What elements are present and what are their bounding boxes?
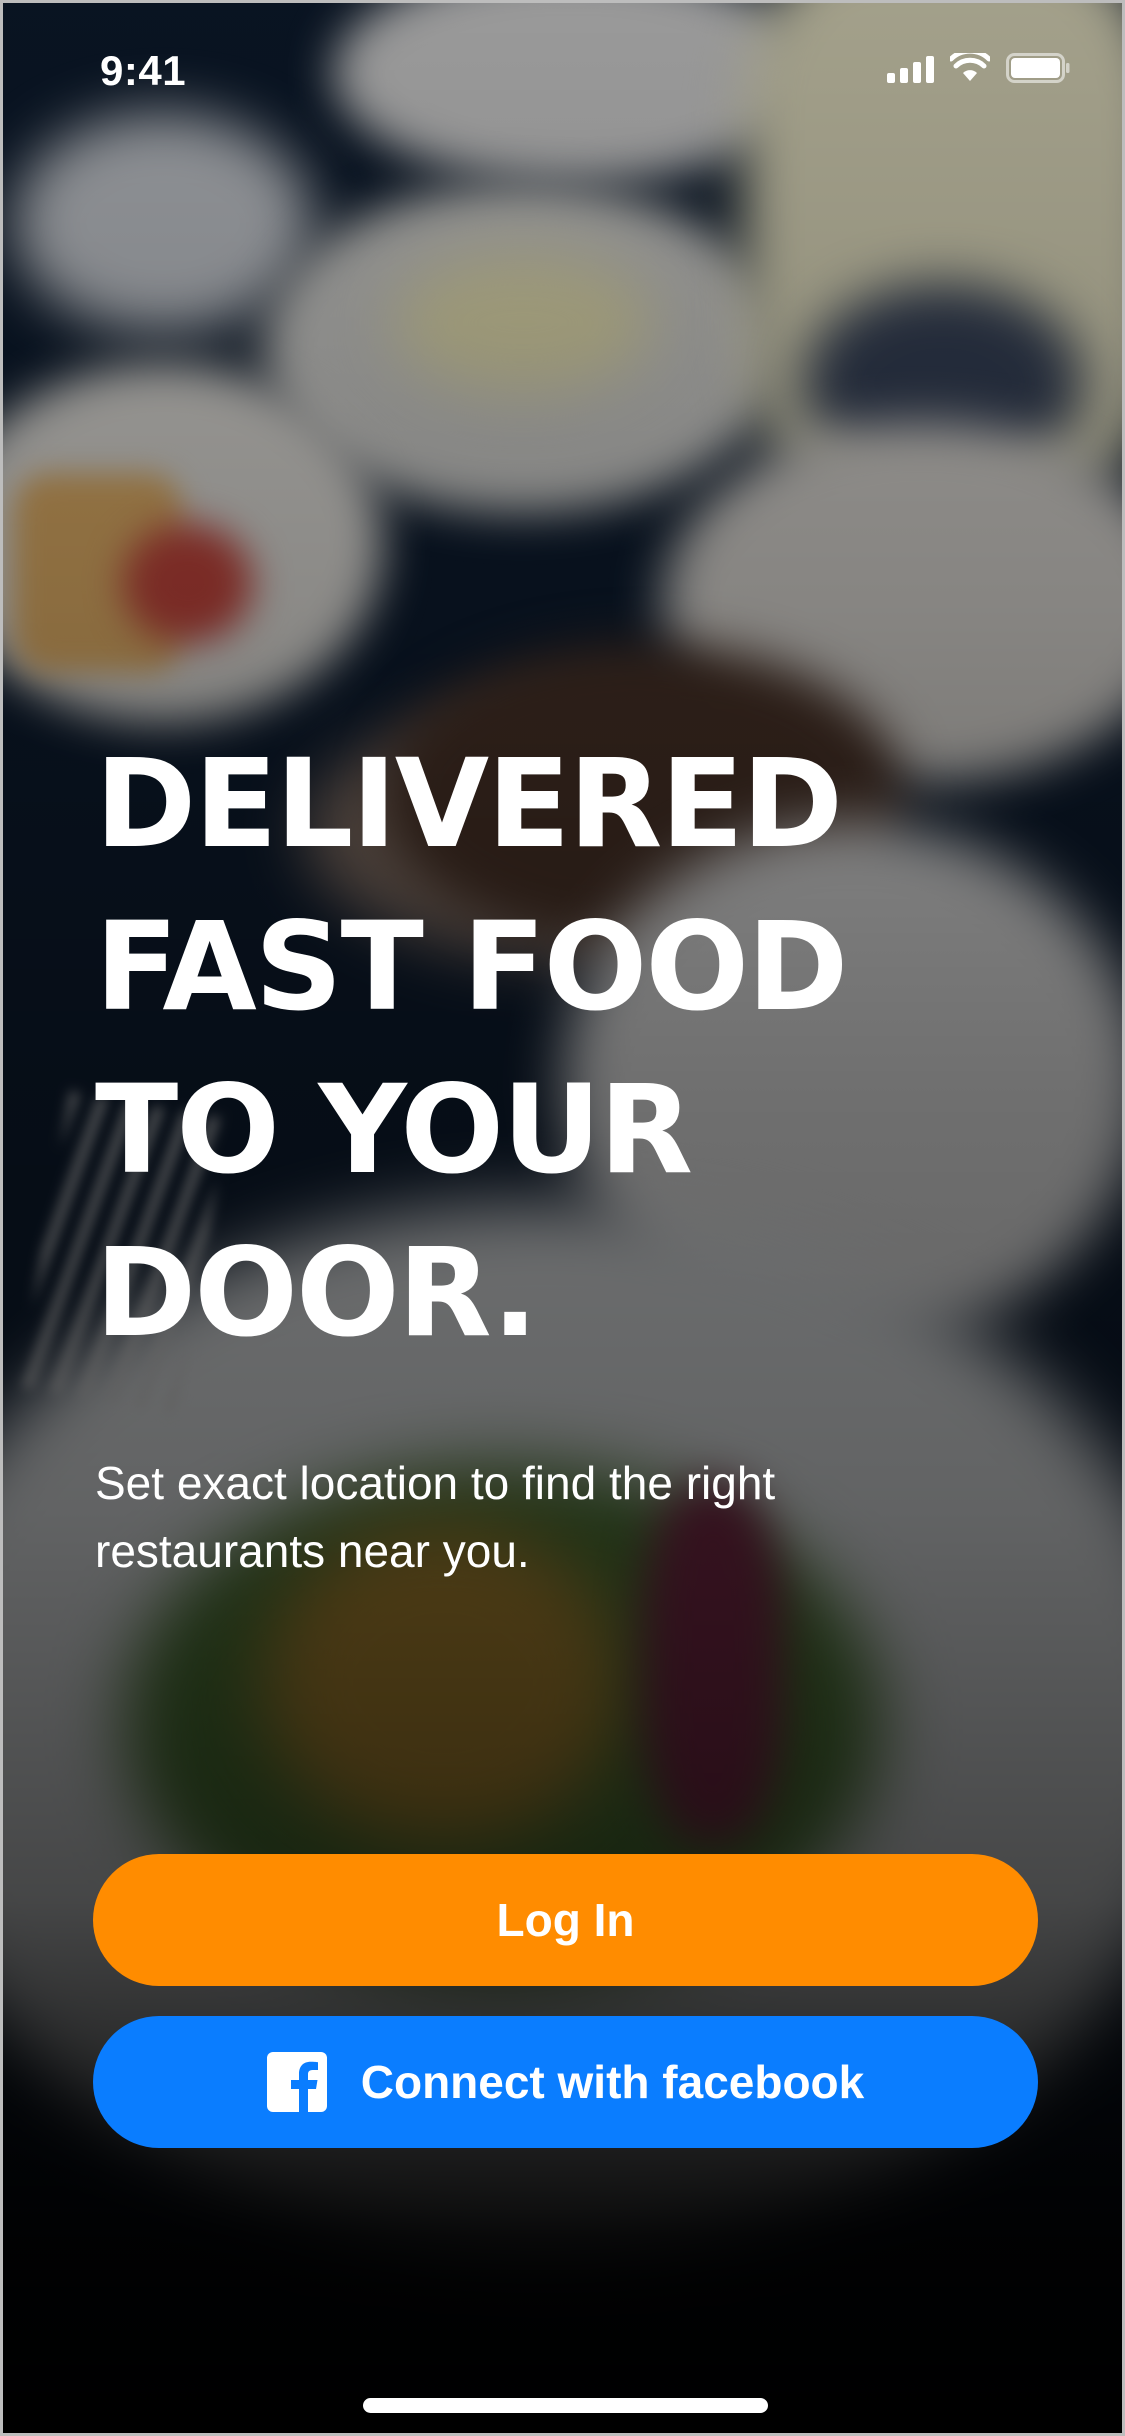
- status-bar: 9:41: [3, 3, 1122, 133]
- facebook-icon: [266, 2052, 327, 2112]
- status-time: 9:41: [100, 47, 187, 94]
- cellular-signal-icon: [887, 55, 934, 83]
- connect-facebook-button[interactable]: Connect with facebook: [93, 2016, 1038, 2148]
- wifi-icon: [950, 53, 990, 83]
- status-icons: [887, 53, 1070, 83]
- facebook-button-label: Connect with facebook: [360, 2056, 865, 2108]
- login-button-label: Log In: [496, 1894, 635, 1946]
- battery-icon: [1006, 53, 1070, 83]
- headline-line: DOOR.: [95, 1222, 538, 1364]
- phone-screen: 9:41 DELIVERED FAST FOOD TO YOUR DOOR. S…: [0, 0, 1125, 2436]
- headline-line: FAST FOOD: [95, 896, 848, 1038]
- hero-headline: DELIVERED FAST FOOD TO YOUR DOOR.: [95, 723, 848, 1375]
- headline-line: DELIVERED: [95, 733, 843, 875]
- headline-line: TO YOUR: [95, 1059, 693, 1201]
- home-indicator[interactable]: [363, 2398, 768, 2413]
- hero-subtitle: Set exact location to find the right res…: [95, 1457, 776, 1577]
- login-button[interactable]: Log In: [93, 1854, 1038, 1986]
